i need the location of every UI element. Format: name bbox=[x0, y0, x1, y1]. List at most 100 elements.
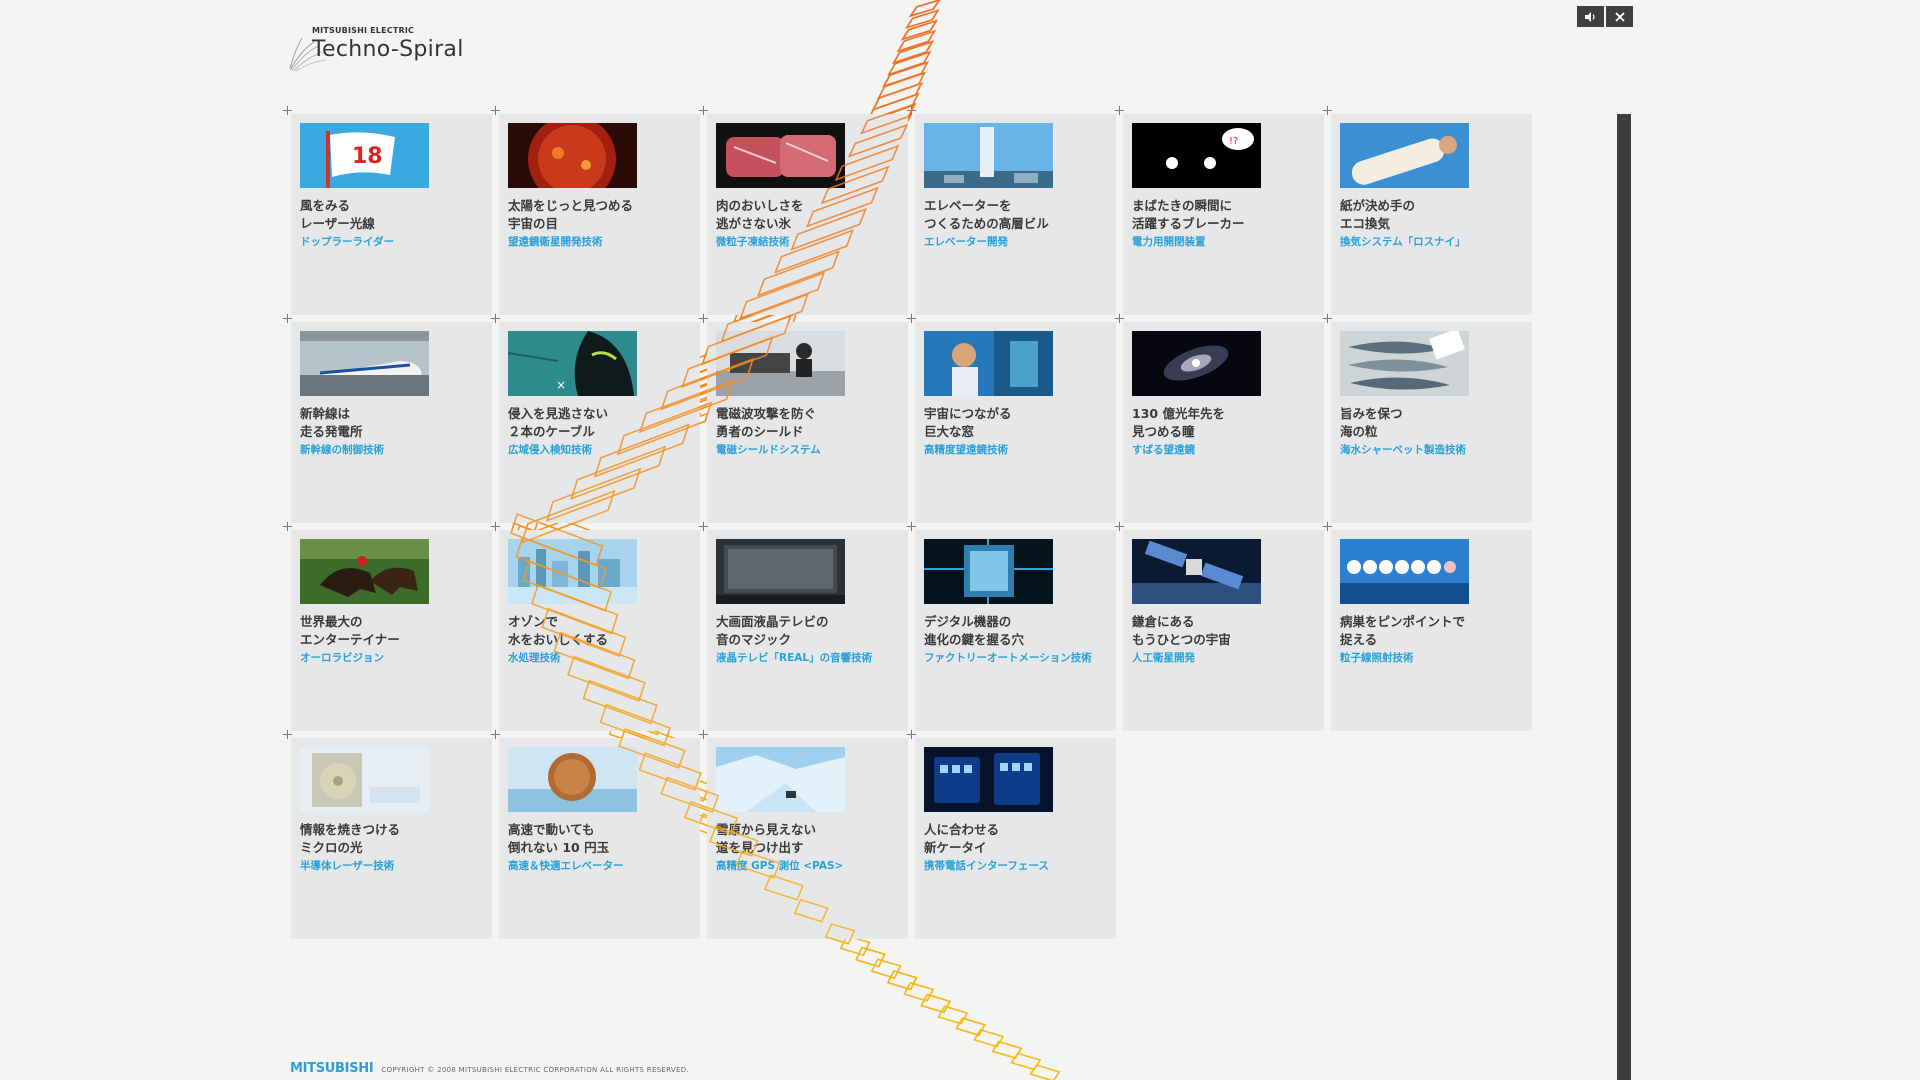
tile-subtitle[interactable]: 高精度 GPS 測位 <PAS> bbox=[716, 858, 843, 873]
spiral-segment bbox=[900, 19, 939, 41]
tile[interactable]: 雪原から見えない 道を見つけ出す 高精度 GPS 測位 <PAS> bbox=[699, 730, 908, 939]
tile-title-line2: レーザー光線 bbox=[300, 216, 375, 231]
tile-subtitle[interactable]: 高速＆快適エレベーター bbox=[508, 858, 624, 873]
corner-crosshair-icon bbox=[283, 730, 292, 739]
tile-subtitle[interactable]: 換気システム「ロスナイ」 bbox=[1340, 234, 1466, 249]
spiral-segment bbox=[891, 40, 935, 65]
tile-subtitle[interactable]: オーロラビジョン bbox=[300, 650, 384, 665]
corner-crosshair-icon bbox=[699, 522, 708, 531]
tile-subtitle[interactable]: 電磁シールドシステム bbox=[716, 442, 821, 457]
svg-text:18: 18 bbox=[352, 144, 383, 169]
tile-title-line2: 勇者のシールド bbox=[716, 424, 804, 439]
tile-title: 鎌倉にある もうひとつの宇宙 bbox=[1132, 613, 1231, 649]
tile[interactable]: 紙が決め手の エコ換気 換気システム「ロスナイ」 bbox=[1323, 106, 1532, 315]
tile-title: デジタル機器の 進化の鍵を握る穴 bbox=[924, 613, 1024, 649]
tile-title-line1: 世界最大の bbox=[300, 614, 363, 629]
spiral-segment bbox=[900, 19, 939, 41]
brand-company: MITSUBISHI ELECTRIC bbox=[312, 26, 415, 35]
tile[interactable]: 肉のおいしさを 逃がさない氷 微粒子凍結技術 bbox=[699, 106, 908, 315]
coin-icon bbox=[508, 747, 637, 812]
corner-crosshair-icon bbox=[1323, 522, 1332, 531]
tile[interactable]: 130 億光年先を 見つめる瞳 すばる望遠鏡 bbox=[1115, 314, 1324, 523]
office-icon bbox=[716, 331, 845, 396]
tile[interactable]: 太陽をじっと見つめる 宇宙の目 望遠鏡衛星開発技術 bbox=[491, 106, 700, 315]
tile[interactable]: 高速で動いても 倒れない 10 円玉 高速＆快適エレベーター bbox=[491, 730, 700, 939]
spiral-segment bbox=[973, 1028, 1005, 1048]
tile[interactable]: 新幹線は 走る発電所 新幹線の制御技術 bbox=[283, 314, 492, 523]
snow-icon bbox=[716, 747, 845, 812]
tile-subtitle[interactable]: 新幹線の制御技術 bbox=[300, 442, 384, 457]
tile-subtitle[interactable]: ドップラーライダー bbox=[300, 234, 394, 249]
close-button[interactable] bbox=[1606, 6, 1633, 27]
disc-icon bbox=[300, 747, 429, 812]
tile-subtitle[interactable]: 高精度望遠鏡技術 bbox=[924, 442, 1008, 457]
tile-subtitle[interactable]: 広域侵入検知技術 bbox=[508, 442, 592, 457]
tile-title-line1: まばたきの瞬間に bbox=[1132, 198, 1233, 213]
tile[interactable]: オゾンで 水をおいしくする 水処理技術 bbox=[491, 522, 700, 731]
tile-subtitle[interactable]: 微粒子凍結技術 bbox=[716, 234, 790, 249]
spiral-segment bbox=[903, 981, 935, 1002]
tile-subtitle[interactable]: 水処理技術 bbox=[508, 650, 561, 665]
scrollbar[interactable] bbox=[1617, 114, 1631, 1080]
tile[interactable]: 電磁波攻撃を防ぐ 勇者のシールド 電磁シールドシステム bbox=[699, 314, 908, 523]
tile[interactable]: エレベーターを つくるための高層ビル エレベーター開発 bbox=[907, 106, 1116, 315]
tile-title-line2: 見つめる瞳 bbox=[1132, 424, 1195, 439]
tile-title-line2: 音のマジック bbox=[716, 632, 792, 647]
spiral-segment bbox=[896, 29, 937, 53]
tile-title: 旨みを保つ 海の粒 bbox=[1340, 405, 1403, 441]
tile-title-line1: 高速で動いても bbox=[508, 822, 595, 837]
tile[interactable]: デジタル機器の 進化の鍵を握る穴 ファクトリーオートメーション技術 bbox=[907, 522, 1116, 731]
spiral-segment bbox=[854, 946, 886, 968]
footer-logo[interactable]: MITSUBISHI bbox=[290, 1061, 374, 1076]
galaxy-icon bbox=[1132, 331, 1261, 396]
sound-toggle-button[interactable] bbox=[1577, 6, 1604, 27]
tile[interactable]: 病巣をピンポイントで 捉える 粒子線照射技術 bbox=[1323, 522, 1532, 731]
intruder-icon: × bbox=[508, 331, 637, 396]
tile-subtitle[interactable]: 望遠鏡衛星開発技術 bbox=[508, 234, 603, 249]
tile-title: 紙が決め手の エコ換気 bbox=[1340, 197, 1415, 233]
spiral-segment bbox=[991, 1040, 1023, 1059]
spiral-segment bbox=[854, 946, 886, 968]
tile[interactable]: × 侵入を見逃さない ２本のケーブル 広域侵入検知技術 bbox=[491, 314, 700, 523]
tile-subtitle[interactable]: 海水シャーベット製造技術 bbox=[1340, 442, 1466, 457]
tile-subtitle[interactable]: すばる望遠鏡 bbox=[1132, 442, 1195, 457]
spiral-segment bbox=[908, 0, 941, 18]
tile-title-line2: 海の粒 bbox=[1340, 424, 1378, 439]
speaker-icon bbox=[1584, 11, 1595, 22]
train-icon bbox=[300, 331, 429, 396]
tile-subtitle[interactable]: 人工衛星開発 bbox=[1132, 650, 1195, 665]
tile[interactable]: 世界最大の エンターテイナー オーロラビジョン bbox=[283, 522, 492, 731]
tile[interactable]: 情報を焼きつける ミクロの光 半導体レーザー技術 bbox=[283, 730, 492, 939]
tile[interactable]: 大画面液晶テレビの 音のマジック 液晶テレビ「REAL」の音響技術 bbox=[699, 522, 908, 731]
corner-crosshair-icon bbox=[1115, 522, 1124, 531]
corner-crosshair-icon bbox=[283, 106, 292, 115]
tile-title: 雪原から見えない 道を見つけ出す bbox=[716, 821, 816, 857]
corner-crosshair-icon bbox=[491, 314, 500, 323]
sun-icon bbox=[508, 123, 637, 188]
tile[interactable]: 18 風をみる レーザー光線 ドップラーライダー bbox=[283, 106, 492, 315]
tile-subtitle[interactable]: 半導体レーザー技術 bbox=[300, 858, 394, 873]
tile-subtitle[interactable]: 携帯電話インターフェース bbox=[924, 858, 1049, 873]
tile-title: 情報を焼きつける ミクロの光 bbox=[300, 821, 400, 857]
tile-subtitle[interactable]: 電力用開閉装置 bbox=[1132, 234, 1206, 249]
tile-title-line1: 肉のおいしさを bbox=[716, 198, 804, 213]
spiral-segment bbox=[1010, 1052, 1042, 1071]
satellite-icon bbox=[1132, 539, 1261, 604]
tile[interactable]: 人に合わせる 新ケータイ 携帯電話インターフェース bbox=[907, 730, 1116, 939]
tile-title-line1: 紙が決め手の bbox=[1340, 198, 1416, 213]
tile[interactable]: 宇宙につながる 巨大な窓 高精度望遠鏡技術 bbox=[907, 314, 1116, 523]
tile[interactable]: 旨みを保つ 海の粒 海水シャーベット製造技術 bbox=[1323, 314, 1532, 523]
tile-subtitle[interactable]: 粒子線照射技術 bbox=[1340, 650, 1414, 665]
tile-title-line1: オゾンで bbox=[508, 614, 559, 629]
tile[interactable]: !? まばたきの瞬間に 活躍するブレーカー 電力用開閉装置 bbox=[1115, 106, 1324, 315]
tile-title: 大画面液晶テレビの 音のマジック bbox=[716, 613, 829, 649]
tile-subtitle[interactable]: エレベーター開発 bbox=[924, 234, 1008, 249]
flag-icon: 18 bbox=[300, 123, 429, 188]
tile-title-line1: 雪原から見えない bbox=[716, 822, 817, 837]
spiral-segment bbox=[991, 1040, 1023, 1059]
tile-subtitle[interactable]: 液晶テレビ「REAL」の音響技術 bbox=[716, 650, 872, 665]
tv-icon bbox=[716, 539, 845, 604]
spiral-segment bbox=[955, 1017, 987, 1037]
tile-subtitle[interactable]: ファクトリーオートメーション技術 bbox=[924, 650, 1092, 665]
tile[interactable]: 鎌倉にある もうひとつの宇宙 人工衛星開発 bbox=[1115, 522, 1324, 731]
